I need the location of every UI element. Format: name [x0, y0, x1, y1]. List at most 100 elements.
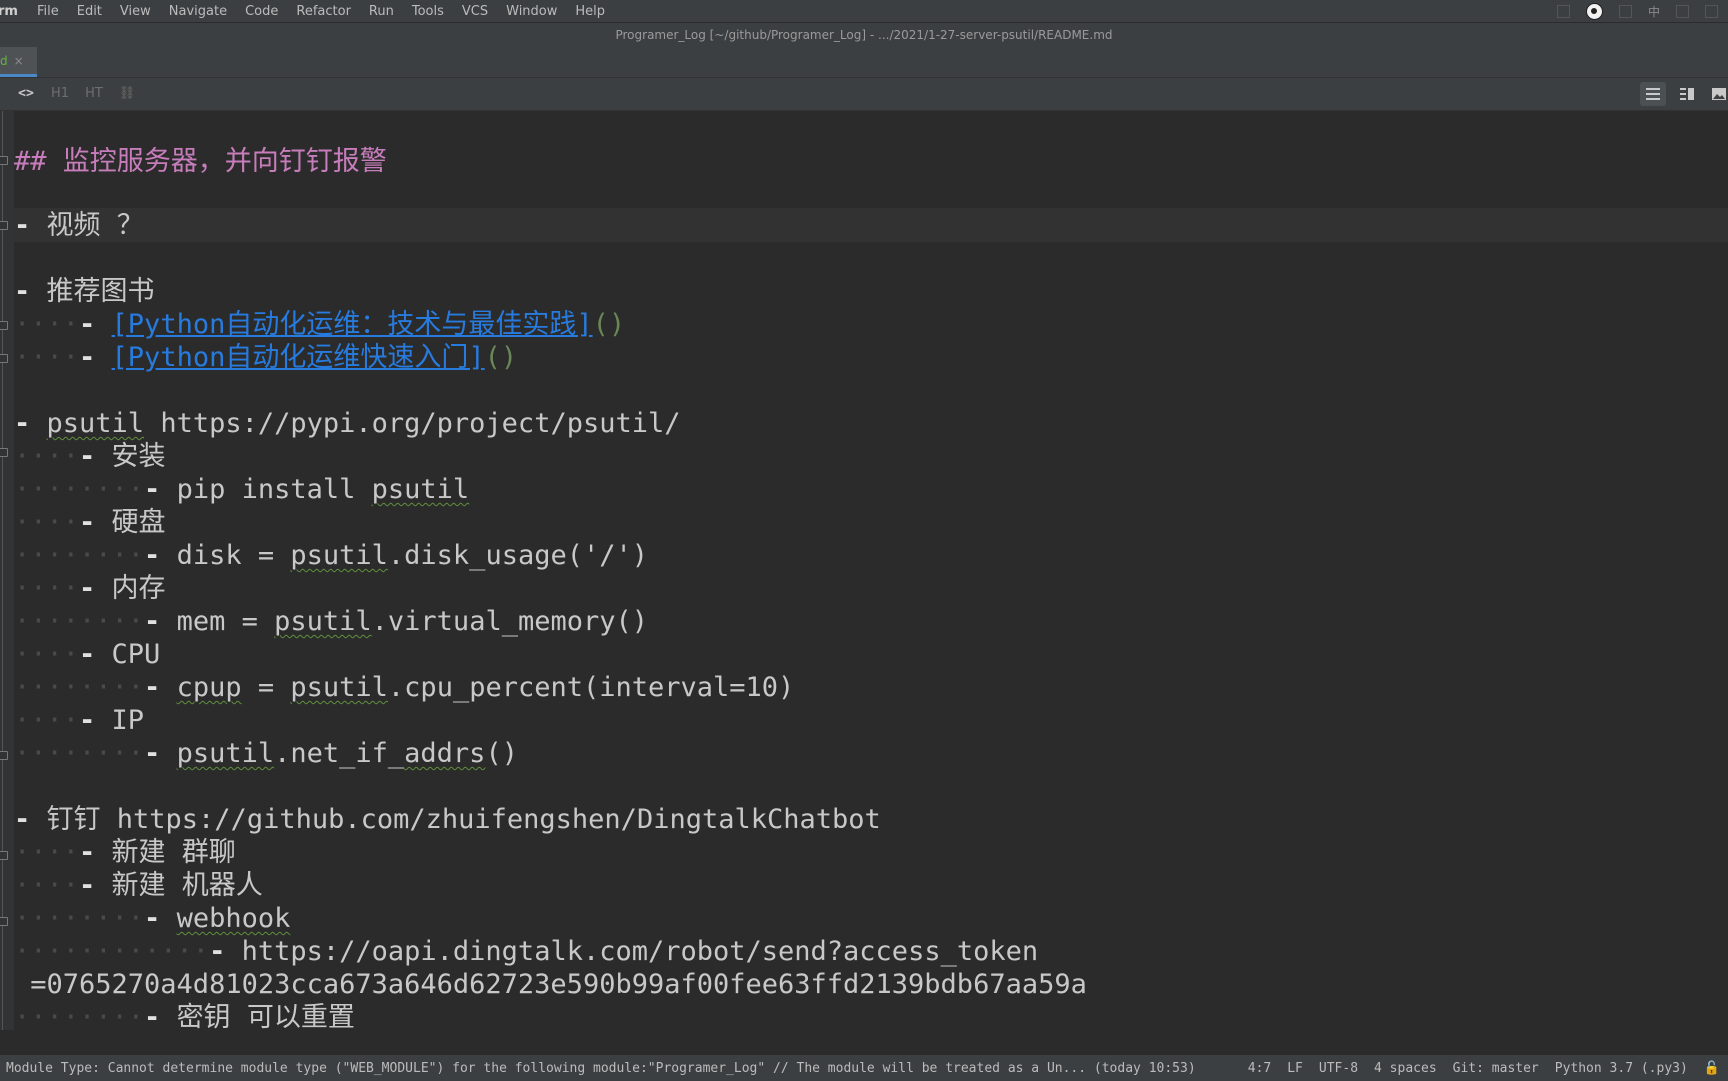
menu-navigate[interactable]: Navigate	[160, 4, 236, 19]
list-text: 密钥 可以重置	[176, 1002, 355, 1030]
line-separator[interactable]: LF	[1287, 1061, 1303, 1076]
insert-link-icon[interactable]: ⛓	[116, 84, 138, 104]
list-text: disk =	[176, 540, 291, 571]
md-list-item[interactable]: ········- mem = psutil.virtual_memory()	[14, 605, 648, 638]
status-bar: Module Type: Cannot determine module typ…	[0, 1054, 1728, 1081]
editor-tab-readme[interactable]: d ×	[0, 47, 37, 77]
md-list-item[interactable]: - psutil https://pypi.org/project/psutil…	[14, 407, 681, 440]
tray-app-icon[interactable]	[1618, 4, 1632, 18]
md-list-item[interactable]: ····- 安装	[14, 440, 166, 473]
indent-dots: ········	[14, 606, 145, 637]
md-list-item[interactable]: ········- pip install psutil	[14, 473, 469, 506]
list-text: https://pypi.org/project/psutil/	[144, 408, 681, 439]
list-bullet: -	[144, 738, 177, 769]
status-widgets: 4:7 LF UTF-8 4 spaces Git: master Python…	[1248, 1061, 1720, 1076]
fold-marker[interactable]	[0, 354, 8, 363]
md-list-item[interactable]: ····- 新建 机器人	[14, 869, 263, 902]
header-toggle-icon[interactable]: HT	[82, 84, 106, 104]
input-method-icon[interactable]: 中	[1648, 3, 1660, 20]
md-wrapped-line[interactable]: =0765270a4d81023cca673a646d62723e590b99a…	[14, 968, 1087, 1001]
python-interpreter[interactable]: Python 3.7 (.py3)	[1555, 1061, 1688, 1076]
indent-dots: ········	[14, 738, 145, 769]
md-list-item[interactable]: ········- webhook	[14, 902, 290, 935]
list-text: .cpu_percent(interval=10)	[387, 672, 795, 703]
md-list-item[interactable]: ········- psutil.net_if_addrs()	[14, 737, 518, 770]
indent-dots: ····	[14, 441, 80, 472]
md-list-item[interactable]: - 视频 ？	[14, 209, 144, 242]
menu-help[interactable]: Help	[566, 4, 614, 19]
tray-grid-icon[interactable]	[1676, 4, 1689, 18]
book-link[interactable]: [Python自动化运维：技术与最佳实践]	[112, 309, 593, 340]
md-list-item[interactable]: ····- IP	[14, 704, 144, 737]
fold-marker[interactable]	[0, 321, 8, 330]
fold-marker[interactable]	[0, 448, 8, 457]
md-list-item[interactable]: - 钉钉 https://github.com/zhuifengshen/Din…	[14, 803, 881, 836]
app-menu[interactable]: rm	[0, 4, 28, 19]
md-list-item[interactable]: ····- [Python自动化运维：技术与最佳实践]()	[14, 308, 625, 341]
md-list-item[interactable]: ····- [Python自动化运维快速入门]()	[14, 341, 517, 374]
editor-only-view-button[interactable]	[1640, 82, 1666, 106]
close-icon[interactable]: ×	[14, 54, 24, 68]
list-text: =	[241, 672, 291, 703]
indent-dots: ········	[14, 540, 145, 571]
tray-status-icon[interactable]	[1556, 4, 1570, 18]
file-encoding[interactable]: UTF-8	[1319, 1061, 1358, 1076]
menu-run[interactable]: Run	[360, 4, 403, 19]
indent-dots: ········	[14, 903, 145, 934]
fold-marker[interactable]	[0, 917, 8, 926]
split-view-button[interactable]	[1674, 82, 1700, 106]
code-view-icon[interactable]: <>	[14, 84, 38, 104]
lock-icon[interactable]: 🔓	[1704, 1061, 1720, 1076]
spelling-flagged-word: webhook	[176, 903, 291, 934]
image-preview-icon	[1712, 88, 1726, 100]
list-text: mem =	[176, 606, 275, 637]
fold-marker[interactable]	[0, 751, 8, 760]
md-list-item[interactable]: ········- 密钥 可以重置	[14, 1001, 355, 1030]
fold-marker[interactable]	[0, 156, 8, 165]
menu-vcs[interactable]: VCS	[453, 4, 497, 19]
md-heading-line[interactable]: ## 监控服务器，并向钉钉报警	[14, 145, 387, 178]
menu-code[interactable]: Code	[236, 4, 287, 19]
md-list-item[interactable]: - 推荐图书	[14, 275, 155, 308]
spelling-flagged-word: psutil	[290, 672, 388, 703]
list-bullet: -	[79, 573, 112, 604]
md-list-item[interactable]: ········- disk = psutil.disk_usage('/')	[14, 539, 648, 572]
indent-setting[interactable]: 4 spaces	[1374, 1061, 1437, 1076]
md-list-item[interactable]: ············- https://oapi.dingtalk.com/…	[14, 935, 1038, 968]
caret-position[interactable]: 4:7	[1248, 1061, 1271, 1076]
webhook-url: https://oapi.dingtalk.com/robot/send?acc…	[241, 936, 1039, 967]
markdown-editor[interactable]: ## 监控服务器，并向钉钉报警 - 视频 ？ - 推荐图书 ····- [Pyt…	[0, 111, 1728, 1030]
menu-tools[interactable]: Tools	[403, 4, 453, 19]
md-list-item[interactable]: ····- CPU	[14, 638, 160, 671]
menu-refactor[interactable]: Refactor	[287, 4, 360, 19]
link-url-parens: ()	[592, 309, 626, 340]
indent-dots: ····	[14, 705, 80, 736]
header-1-icon[interactable]: H1	[48, 84, 72, 104]
status-message[interactable]: Module Type: Cannot determine module typ…	[6, 1061, 1206, 1076]
md-list-item[interactable]: ····- 硬盘	[14, 506, 166, 539]
tray-extra-icon[interactable]	[1705, 4, 1718, 18]
preview-only-view-button[interactable]	[1706, 82, 1728, 106]
indent-dots: ····	[14, 573, 80, 604]
md-list-item[interactable]: ····- 内存	[14, 572, 166, 605]
list-bullet: -	[14, 408, 47, 439]
list-text: pip install	[176, 474, 372, 505]
list-text: 推荐图书	[46, 276, 155, 307]
menu-file[interactable]: File	[28, 4, 68, 19]
menu-edit[interactable]: Edit	[68, 4, 111, 19]
list-text: CPU	[111, 639, 161, 670]
obs-icon[interactable]	[1585, 2, 1603, 20]
md-list-item[interactable]: ········- cpup = psutil.cpu_percent(inte…	[14, 671, 794, 704]
book-link[interactable]: [Python自动化运维快速入门]	[112, 342, 485, 373]
git-branch[interactable]: Git: master	[1453, 1061, 1539, 1076]
list-bullet: -	[79, 837, 112, 868]
fold-marker[interactable]	[0, 851, 8, 860]
menu-window[interactable]: Window	[497, 4, 566, 19]
spelling-flagged-word: psutil	[290, 540, 388, 571]
list-text: 钉钉 https://github.com/zhuifengshen/Dingt…	[46, 804, 881, 835]
fold-marker[interactable]	[0, 221, 8, 230]
indent-dots: ····	[14, 837, 80, 868]
menu-view[interactable]: View	[111, 4, 160, 19]
md-list-item[interactable]: ····- 新建 群聊	[14, 836, 236, 869]
spelling-flagged-word: psutil	[176, 738, 275, 769]
